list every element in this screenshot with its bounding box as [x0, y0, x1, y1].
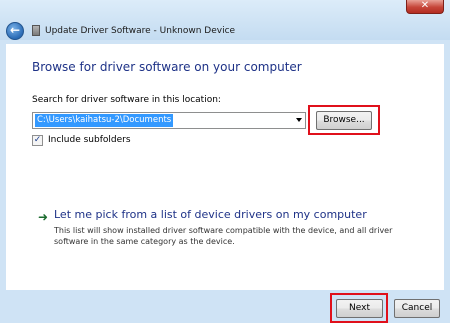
search-location-label: Search for driver software in this locat… [32, 95, 221, 105]
include-subfolders-checkbox[interactable]: ✓ [32, 135, 43, 146]
pick-from-list-link[interactable]: Let me pick from a list of device driver… [54, 208, 367, 221]
search-location-combobox[interactable]: C:\Users\kaihatsu-2\Documents [32, 112, 306, 129]
close-icon[interactable]: ✕ [406, 0, 444, 14]
main-panel: Browse for driver software on your compu… [6, 44, 444, 290]
device-icon [32, 25, 40, 36]
next-highlight-box [330, 293, 388, 323]
include-subfolders-label[interactable]: Include subfolders [48, 135, 131, 145]
green-arrow-icon[interactable]: ➜ [38, 210, 48, 224]
update-driver-window: ← Update Driver Software - Unknown Devic… [0, 0, 450, 323]
back-arrow-icon[interactable]: ← [6, 22, 24, 40]
pick-from-list-description: This list will show installed driver sof… [54, 226, 393, 246]
chevron-down-icon[interactable] [296, 118, 302, 122]
title-bar: ← Update Driver Software - Unknown Devic… [0, 0, 450, 40]
cancel-button[interactable]: Cancel [394, 299, 440, 318]
window-title: Update Driver Software - Unknown Device [45, 26, 236, 36]
search-location-value[interactable]: C:\Users\kaihatsu-2\Documents [35, 114, 174, 127]
page-title: Browse for driver software on your compu… [32, 60, 302, 74]
browse-highlight-box [308, 105, 380, 135]
